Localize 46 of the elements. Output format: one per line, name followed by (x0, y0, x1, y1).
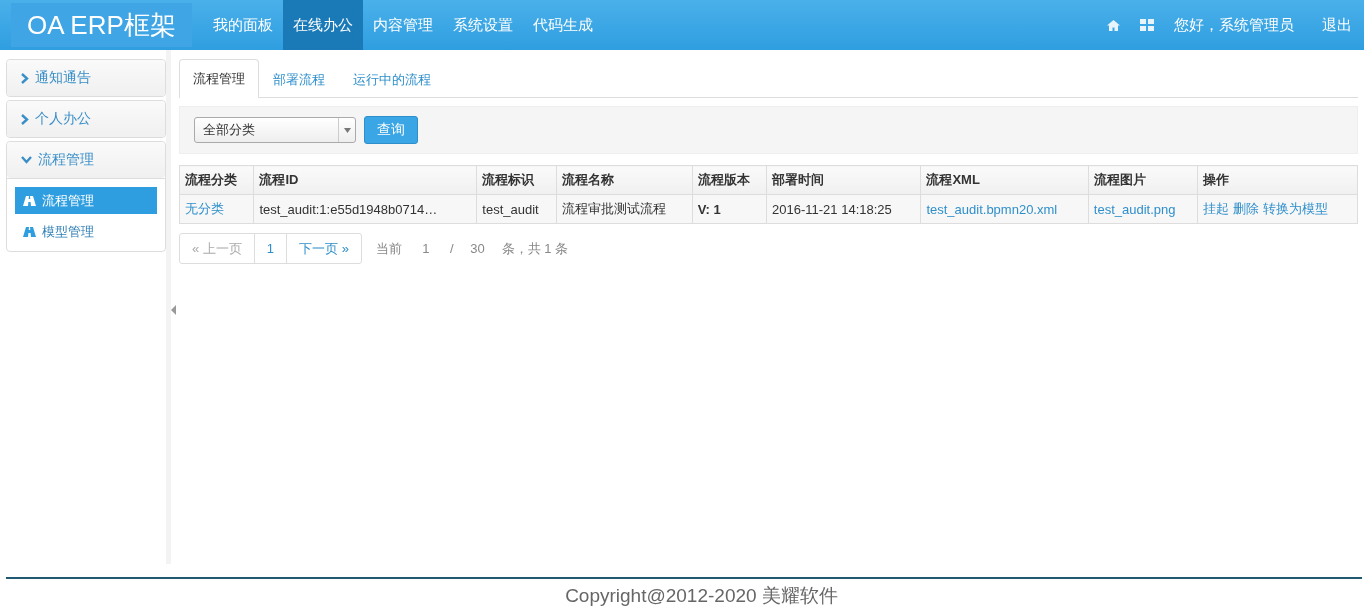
user-greeting[interactable]: 您好，系统管理员 (1174, 15, 1294, 35)
road-icon (23, 195, 36, 206)
nav-tab[interactable]: 我的面板 (202, 0, 283, 50)
nav-tab[interactable]: 代码生成 (522, 0, 603, 50)
next-page-link[interactable]: 下一页 » (287, 234, 361, 263)
column-header: 流程标识 (476, 165, 557, 195)
road-icon (23, 226, 36, 237)
action-link[interactable]: 挂起 (1203, 201, 1230, 216)
total-text: 条，共 1 条 (501, 239, 568, 258)
separator-text: / (449, 241, 454, 256)
column-header: 操作 (1197, 165, 1358, 195)
column-header: 流程ID (253, 165, 477, 195)
table-cell: test_audit (476, 194, 557, 224)
action-link[interactable]: 转换为模型 (1262, 201, 1328, 216)
sidebar-group[interactable]: 个人办公 (7, 101, 165, 137)
column-header: 流程版本 (692, 165, 767, 195)
column-header: 部署时间 (766, 165, 921, 195)
tab[interactable]: 运行中的流程 (339, 60, 445, 98)
caret-icon (343, 127, 351, 133)
nav-tab[interactable]: 内容管理 (362, 0, 443, 50)
sidebar-item[interactable]: 模型管理 (15, 218, 157, 245)
tab[interactable]: 流程管理 (179, 59, 259, 98)
action-link[interactable]: 删除 (1232, 201, 1259, 216)
table-cell: 流程审批测试流程 (556, 194, 693, 224)
home-icon[interactable] (1107, 19, 1120, 31)
app-logo: OA ERP框架 (11, 3, 192, 47)
category-select[interactable]: 全部分类 (194, 117, 356, 143)
collapse-handle-icon[interactable] (171, 305, 176, 315)
column-header: 流程XML (920, 165, 1089, 195)
column-header: 流程图片 (1088, 165, 1198, 195)
table-cell: 2016-11-21 14:18:25 (766, 194, 921, 224)
column-header: 流程名称 (556, 165, 693, 195)
nav-tab[interactable]: 系统设置 (442, 0, 523, 50)
table-cell: test_audit:1:e55d1948b0714… (253, 194, 477, 224)
nav-tab[interactable]: 在线办公 (282, 0, 363, 50)
table-cell: V: 1 (692, 194, 767, 224)
logout-link[interactable]: 退出 (1322, 15, 1352, 35)
column-header: 流程分类 (179, 165, 254, 195)
sidebar-group[interactable]: 通知通告 (7, 60, 165, 96)
query-button[interactable]: 查询 (364, 116, 418, 144)
copyright-text: Copyright@2012-2020 美耀软件 (565, 584, 838, 606)
grid-icon[interactable] (1140, 19, 1154, 31)
sidebar-item[interactable]: 流程管理 (15, 187, 157, 214)
sidebar-group[interactable]: 流程管理 (7, 142, 165, 178)
tab[interactable]: 部署流程 (259, 60, 339, 98)
current-label: 当前 (375, 239, 402, 258)
